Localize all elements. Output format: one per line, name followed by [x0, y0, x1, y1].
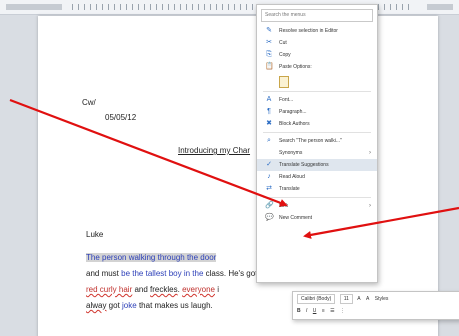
search-icon: ⌕ [267, 137, 271, 144]
styles-button[interactable]: Styles [375, 294, 389, 305]
selected-text: The person walking [86, 253, 158, 262]
menu-item-block-authors[interactable]: ✖ Block Authors [257, 118, 377, 130]
underline-icon[interactable]: U [313, 306, 317, 317]
flagged-text: red curly hair [86, 285, 133, 294]
submenu-chevron-icon: › [369, 150, 371, 156]
suggested-text: through the door [157, 253, 217, 262]
menu-item-label: Synonyms [279, 150, 303, 156]
menu-separator [263, 197, 371, 198]
ruler-margin-right [427, 4, 453, 10]
plain-text: and must [86, 269, 122, 278]
plain-text: i [214, 285, 219, 294]
menu-item-label: Search "The person walki..." [279, 138, 342, 144]
menu-search-input[interactable]: Search the menus [261, 9, 373, 22]
menu-item-synonyms[interactable]: Synonyms › [257, 147, 377, 159]
character-name: Luke [86, 230, 104, 239]
copy-icon: ⎘ [266, 51, 272, 58]
plain-text: got [106, 301, 123, 310]
menu-item-paragraph[interactable]: ¶ Paragraph... [257, 106, 377, 118]
menu-item-label: Translate Suggestions [279, 162, 329, 168]
menu-item-label: New Comment [279, 215, 313, 221]
menu-item-label: Paragraph... [279, 109, 307, 115]
font-icon: A [266, 96, 272, 103]
paragraph-icon: ¶ [267, 108, 271, 115]
suggested-text: joke [122, 301, 137, 310]
toolbar-row-format: B I U ≡ ☰ ⋮ [297, 306, 349, 317]
menu-item-new-comment[interactable]: 💬 New Comment [257, 212, 377, 224]
menu-item-search[interactable]: ⌕ Search "The person walki..." [257, 135, 377, 147]
menu-item-label: Block Authors [279, 121, 310, 127]
menu-item-translate[interactable]: ⇄ Translate [257, 183, 377, 195]
menu-item-label: Resolve selection in Editor [279, 28, 338, 34]
numbering-icon[interactable]: ⋮ [340, 306, 345, 317]
paste-clipboard-icon [279, 76, 289, 88]
synonyms-icon [265, 149, 273, 157]
paragraph-line-1[interactable]: The person walking through the door [86, 250, 217, 266]
font-name-select[interactable]: Calibri (Body) [297, 294, 336, 304]
document-title: Introducing my Char [178, 146, 251, 155]
menu-item-link[interactable]: 🔗 Link › [257, 200, 377, 212]
context-menu[interactable]: Search the menus ✎ Resolve selection in … [256, 4, 378, 283]
document-page[interactable]: Cw/ 05/05/12 Introducing my Char Luke Th… [38, 16, 438, 336]
flagged-text: everyone [182, 285, 215, 294]
plain-text: that makes us laugh. [136, 301, 213, 310]
suggested-text: be the tallest boy in the [121, 269, 204, 278]
document-date: 05/05/12 [105, 113, 137, 122]
menu-item-label: Link [279, 203, 289, 209]
font-size-select[interactable]: 11 [339, 294, 353, 304]
menu-item-paste-options: 📋 Paste Options: [257, 61, 377, 73]
italic-icon[interactable]: I [306, 306, 307, 317]
author-name: Cw/ [82, 98, 96, 107]
pencil-icon: ✎ [266, 27, 272, 34]
menu-separator [263, 91, 371, 92]
translate-icon: ⇄ [266, 185, 272, 192]
menu-item-copy[interactable]: ⎘ Copy [257, 49, 377, 61]
menu-item-label: Cut [279, 40, 287, 46]
shrink-font-icon[interactable]: A [366, 294, 369, 305]
menu-item-label: Font... [279, 97, 294, 103]
menu-item-label: Copy [279, 52, 291, 58]
horizontal-ruler[interactable] [0, 0, 459, 15]
paragraph-line-4[interactable]: alway got joke that makes us laugh. [86, 298, 213, 314]
block-icon: ✖ [266, 120, 272, 127]
menu-item-translate-suggestions[interactable]: ✓ Translate Suggestions [257, 159, 377, 171]
flagged-text: alway [86, 301, 107, 310]
menu-item-font[interactable]: A Font... [257, 94, 377, 106]
submenu-chevron-icon: › [369, 203, 371, 209]
ruler-margin-left [6, 4, 62, 10]
menu-item-label: Read Aloud [279, 174, 305, 180]
flagged-text: freckles [150, 285, 178, 294]
paragraph-line-3[interactable]: red curly hair and freckles. everyone i [86, 282, 219, 298]
toolbar-row-font: Calibri (Body) 11 A A Styles [297, 294, 392, 305]
menu-separator [263, 132, 371, 133]
menu-item-read-aloud[interactable]: ♪ Read Aloud [257, 171, 377, 183]
menu-item-resolve[interactable]: ✎ Resolve selection in Editor [257, 25, 377, 37]
bold-icon[interactable]: B [297, 306, 301, 317]
line-spacing-icon[interactable]: ≡ [322, 306, 325, 317]
plain-text: and [132, 285, 151, 294]
menu-item-cut[interactable]: ✂ Cut [257, 37, 377, 49]
menu-item-label: Paste Options: [279, 64, 312, 70]
bullets-icon[interactable]: ☰ [330, 306, 334, 317]
mini-formatting-toolbar[interactable]: Calibri (Body) 11 A A Styles B I U ≡ ☰ ⋮ [292, 291, 459, 320]
comment-icon: 💬 [265, 214, 274, 221]
scissors-icon: ✂ [266, 39, 272, 46]
speaker-icon: ♪ [267, 173, 271, 180]
paste-keep-text-button[interactable] [257, 73, 377, 89]
menu-item-label: Translate [279, 186, 300, 192]
check-icon: ✓ [266, 161, 272, 168]
clipboard-icon: 📋 [265, 63, 274, 70]
grow-font-icon[interactable]: A [357, 294, 360, 305]
word-window: Cw/ 05/05/12 Introducing my Char Luke Th… [0, 0, 459, 336]
link-icon: 🔗 [265, 202, 274, 209]
